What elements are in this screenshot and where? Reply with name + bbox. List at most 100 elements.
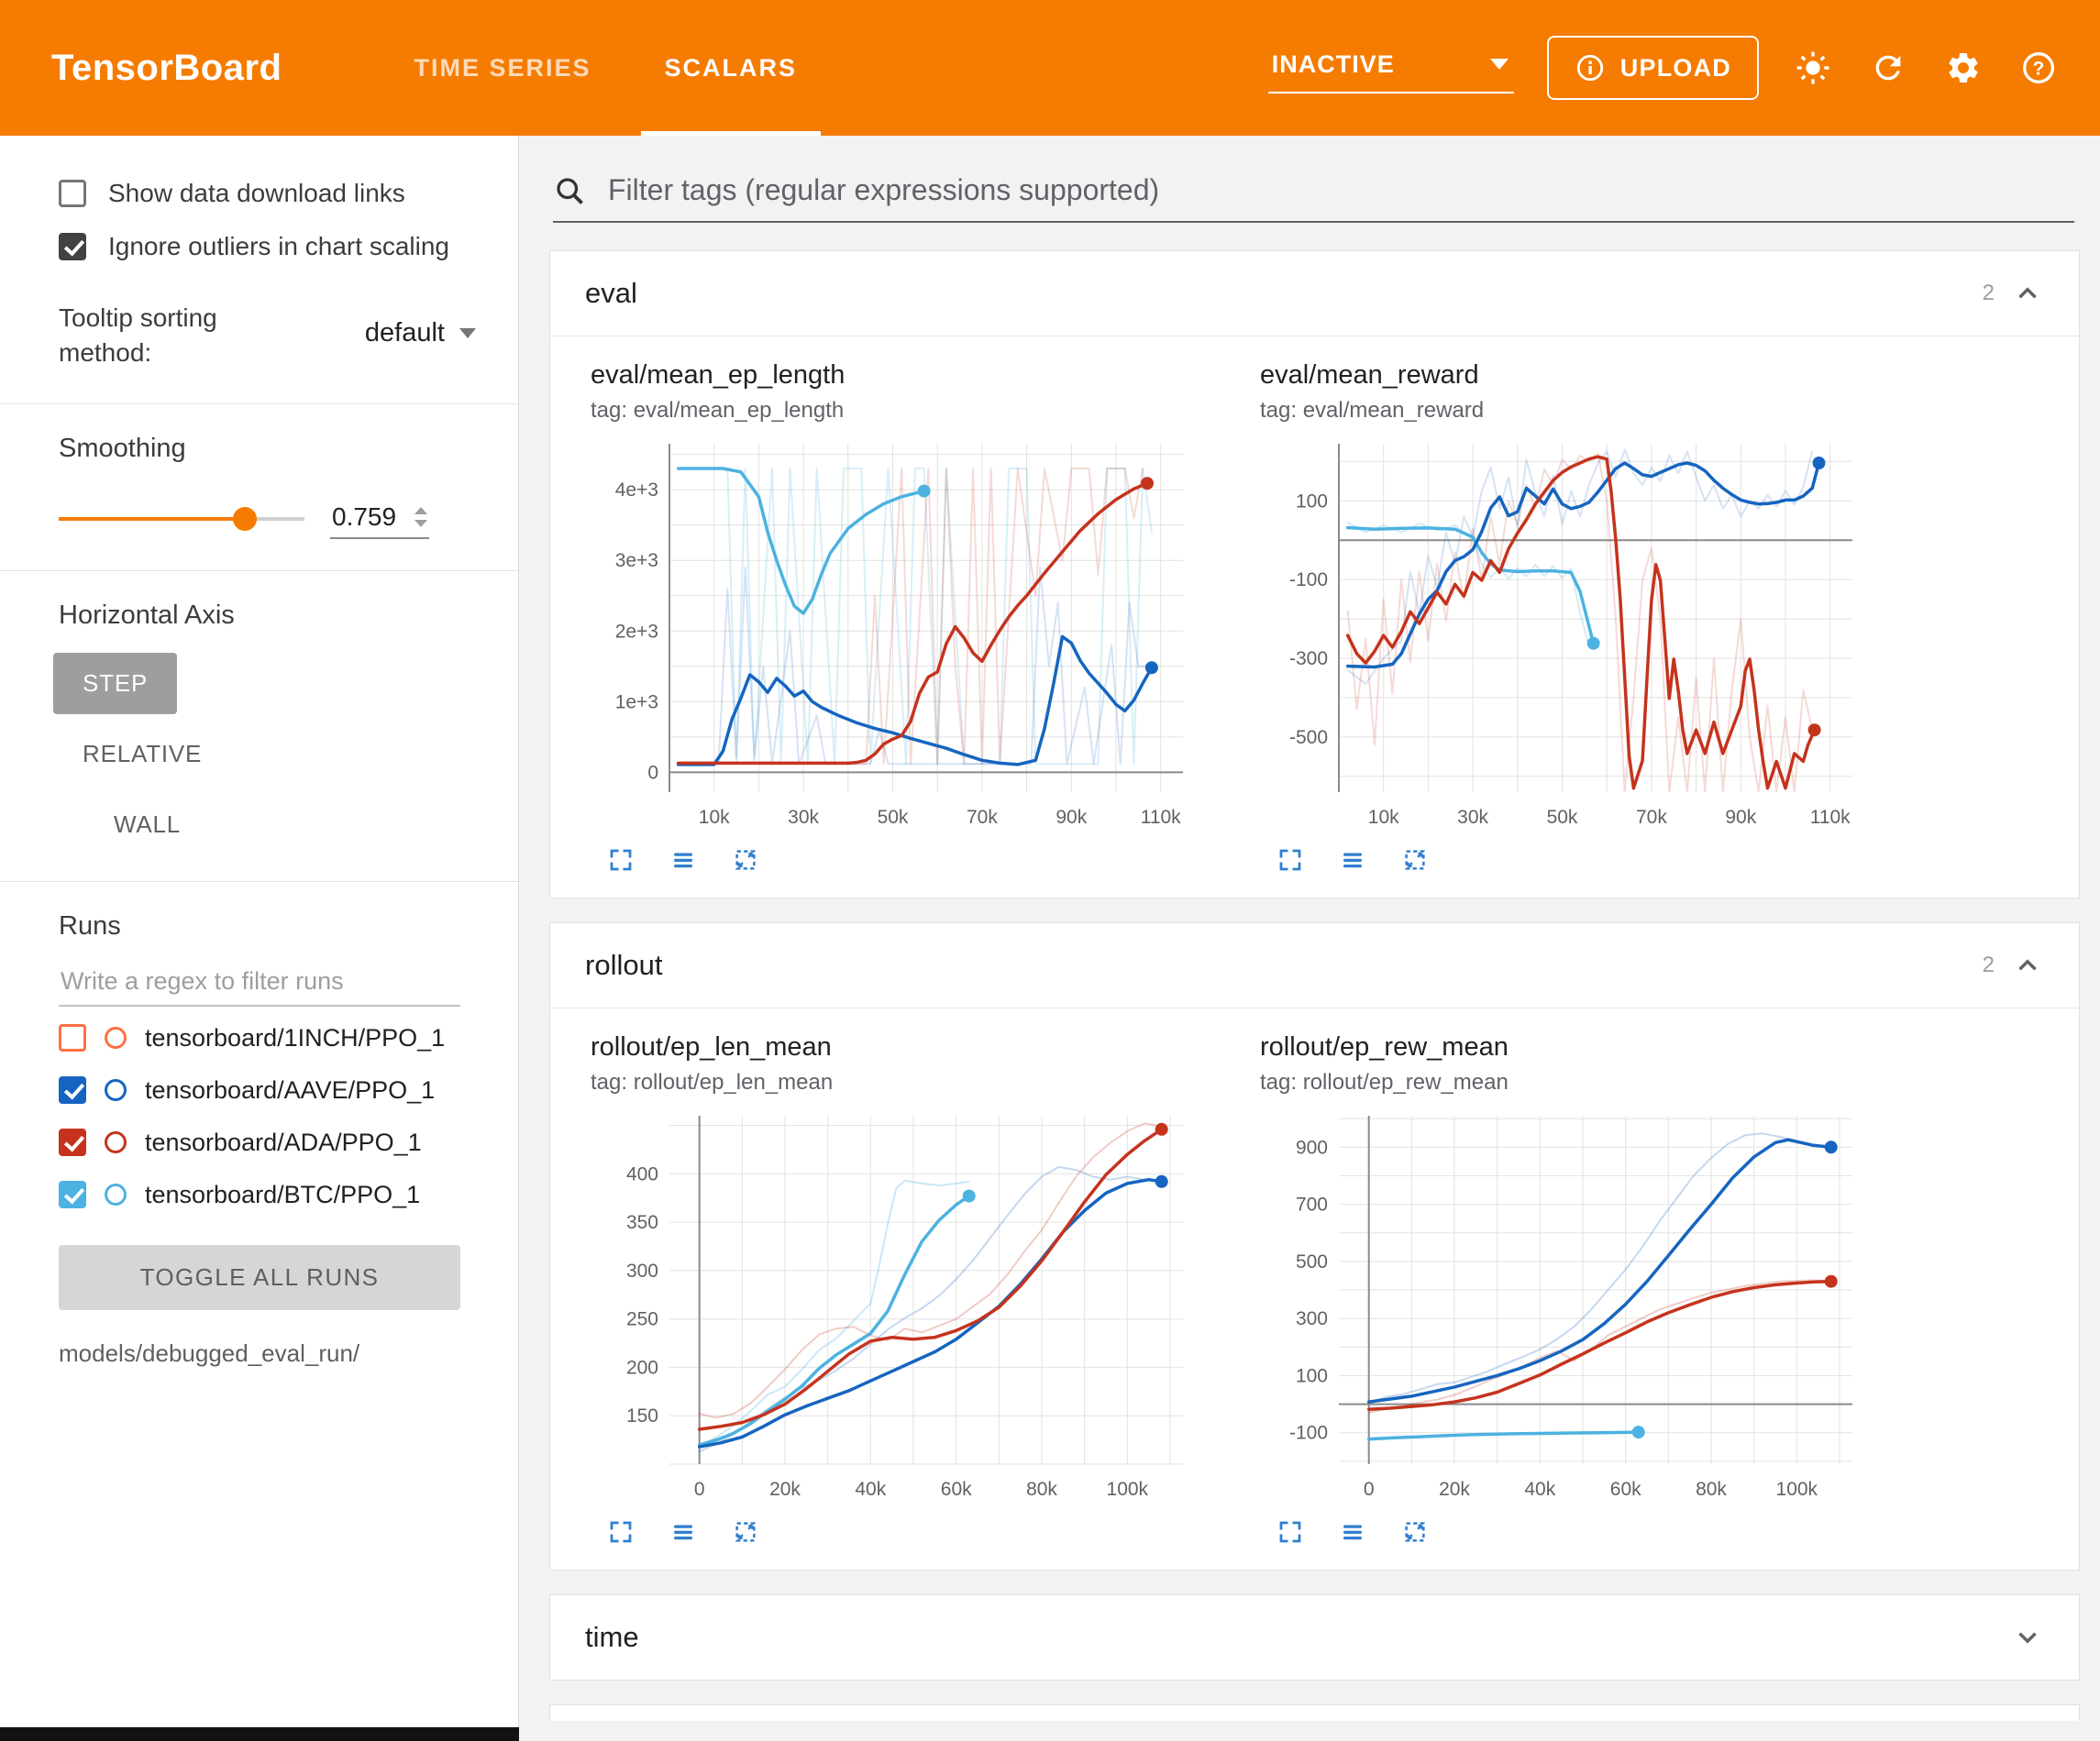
run-color-swatch[interactable] [105,1027,127,1049]
svg-text:30k: 30k [788,807,819,828]
chart-canvas-eval-mean-reward[interactable]: 10k30k50k70k90k110k100-100-300-500 [1260,431,1869,839]
runs-filter-input[interactable] [59,958,460,1007]
section-header-eval[interactable]: eval 2 [550,251,2079,336]
svg-text:40k: 40k [1524,1479,1555,1500]
svg-text:3e+3: 3e+3 [615,550,658,571]
svg-text:90k: 90k [1725,807,1756,828]
chevron-down-icon [459,328,476,338]
svg-text:20k: 20k [769,1479,801,1500]
axis-relative-button[interactable]: RELATIVE [53,723,231,785]
chart-title: eval/mean_reward [1260,360,1869,391]
help-icon[interactable]: ? [2017,47,2060,89]
refresh-icon[interactable] [1867,47,1909,89]
sidebar-divider [0,403,518,404]
chart-tag: tag: rollout/ep_len_mean [591,1070,1199,1096]
run-checkbox[interactable] [59,1129,86,1156]
run-row-ada[interactable]: tensorboard/ADA/PPO_1 [0,1117,518,1169]
status-dropdown[interactable]: INACTIVE [1268,43,1514,94]
run-label: tensorboard/AAVE/PPO_1 [145,1076,435,1105]
svg-text:50k: 50k [878,807,909,828]
horizontal-axis-label: Horizontal Axis [0,597,518,634]
expand-chart-icon[interactable] [1273,1515,1308,1549]
chart-title: rollout/ep_rew_mean [1260,1032,1869,1063]
svg-text:250: 250 [626,1309,658,1330]
tab-scalars[interactable]: SCALARS [628,0,834,136]
chevron-up-icon[interactable] [2011,277,2044,310]
svg-text:70k: 70k [1636,807,1667,828]
smoothing-slider[interactable] [59,517,304,521]
sidebar-divider [0,570,518,571]
svg-text:100: 100 [1296,1365,1328,1386]
run-checkbox[interactable] [59,1181,86,1208]
section-header-rollout[interactable]: rollout 2 [550,923,2079,1008]
run-color-swatch[interactable] [105,1131,127,1153]
upload-label: UPLOAD [1620,54,1731,83]
tooltip-sorting-dropdown[interactable]: default [365,318,476,352]
show-download-links-checkbox[interactable] [59,180,86,207]
svg-text:100: 100 [1296,490,1328,512]
chart-toolbar [591,843,1199,877]
run-row-btc[interactable]: tensorboard/BTC/PPO_1 [0,1169,518,1221]
toggle-y-axis-icon[interactable] [666,843,701,877]
run-row-aave[interactable]: tensorboard/AAVE/PPO_1 [0,1064,518,1117]
tab-time-series[interactable]: TIME SERIES [377,0,627,136]
chart-toolbar [591,1515,1199,1549]
svg-text:200: 200 [626,1357,658,1378]
svg-text:300: 300 [1296,1308,1328,1329]
axis-step-button[interactable]: STEP [53,653,177,714]
upload-button[interactable]: UPLOAD [1547,36,1759,100]
expand-chart-icon[interactable] [603,1515,638,1549]
svg-text:900: 900 [1296,1137,1328,1158]
smoothing-spinners[interactable] [414,507,427,527]
ignore-outliers-row[interactable]: Ignore outliers in chart scaling [0,220,518,273]
svg-text:150: 150 [626,1405,658,1427]
run-checkbox[interactable] [59,1024,86,1052]
app-header: TensorBoard TIME SERIES SCALARS INACTIVE… [0,0,2100,136]
svg-text:40k: 40k [855,1479,886,1500]
expand-chart-icon[interactable] [1273,843,1308,877]
svg-text:80k: 80k [1026,1479,1057,1500]
run-color-swatch[interactable] [105,1184,127,1206]
svg-text:60k: 60k [1610,1479,1641,1500]
smoothing-slider-thumb[interactable] [233,507,257,531]
tag-filter-input[interactable] [606,172,2074,208]
toggle-all-runs-button[interactable]: TOGGLE ALL RUNS [59,1245,460,1310]
chart-title: eval/mean_ep_length [591,360,1199,391]
svg-text:1e+3: 1e+3 [615,691,658,712]
toggle-y-axis-icon[interactable] [1335,1515,1370,1549]
horizontal-axis-buttons: STEP RELATIVE WALL [0,634,394,855]
fit-domain-icon[interactable] [728,843,763,877]
section-title: time [585,1621,639,1654]
fit-domain-icon[interactable] [728,1515,763,1549]
chart-canvas-rollout-ep-rew-mean[interactable]: 020k40k60k80k100k-100100300500700900 [1260,1103,1869,1511]
brightness-icon[interactable] [1792,47,1834,89]
chart-canvas-eval-mean-ep-length[interactable]: 10k30k50k70k90k110k01e+32e+33e+34e+3 [591,431,1199,839]
chart-block-rollout-ep-len-mean: rollout/ep_len_mean tag: rollout/ep_len_… [591,1032,1199,1549]
svg-text:70k: 70k [967,807,998,828]
run-checkbox[interactable] [59,1076,86,1104]
chevron-down-icon[interactable] [2011,1621,2044,1654]
section-header-time[interactable]: time [550,1595,2079,1680]
toggle-y-axis-icon[interactable] [666,1515,701,1549]
chart-svg: 020k40k60k80k100k-100100300500700900 [1260,1103,1869,1506]
svg-text:30k: 30k [1457,807,1488,828]
fit-domain-icon[interactable] [1398,843,1432,877]
axis-wall-button[interactable]: WALL [84,794,210,855]
chevron-up-icon[interactable] [2011,949,2044,982]
smoothing-label: Smoothing [0,430,518,468]
show-download-links-row[interactable]: Show data download links [0,167,518,220]
show-download-links-label: Show data download links [108,179,405,208]
expand-chart-icon[interactable] [603,843,638,877]
run-row-1inch[interactable]: tensorboard/1INCH/PPO_1 [0,1012,518,1064]
run-color-swatch[interactable] [105,1079,127,1101]
ignore-outliers-checkbox[interactable] [59,233,86,260]
spinner-down-icon[interactable] [414,520,427,527]
chart-title: rollout/ep_len_mean [591,1032,1199,1063]
fit-domain-icon[interactable] [1398,1515,1432,1549]
smoothing-slider-fill [59,517,245,521]
chart-canvas-rollout-ep-len-mean[interactable]: 020k40k60k80k100k150200250300350400 [591,1103,1199,1511]
smoothing-value-field[interactable]: 0.759 [330,499,429,539]
toggle-y-axis-icon[interactable] [1335,843,1370,877]
spinner-up-icon[interactable] [414,507,427,514]
settings-icon[interactable] [1942,47,1984,89]
